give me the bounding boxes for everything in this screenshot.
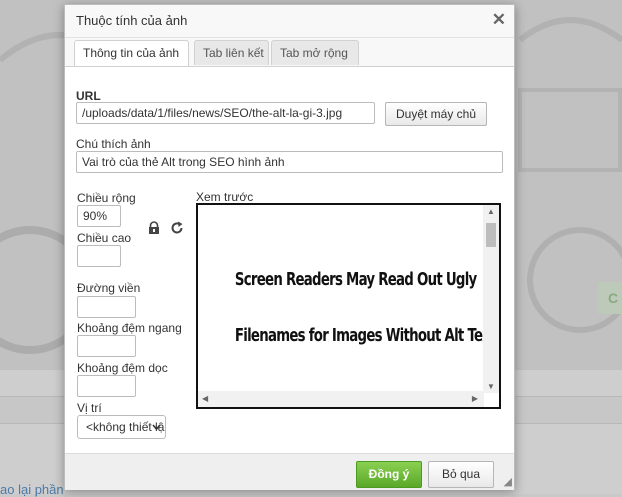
url-label: URL: [76, 89, 101, 103]
reset-size-icon[interactable]: [170, 221, 184, 238]
dialog-titlebar[interactable]: Thuộc tính của ảnh ✕: [65, 5, 514, 38]
hspace-field[interactable]: [77, 335, 136, 357]
hspace-label: Khoảng đệm ngang: [77, 321, 182, 335]
preview-text-line-2: Filenames for Images Without Alt Text: [234, 325, 497, 346]
lock-icon[interactable]: [147, 221, 161, 238]
dialog-footer: Đồng ý Bỏ qua ◢: [65, 453, 514, 490]
ok-button[interactable]: Đồng ý: [356, 461, 422, 488]
alt-label: Chú thích ảnh: [76, 137, 151, 151]
scroll-right-icon[interactable]: ▶: [472, 394, 478, 403]
border-field[interactable]: [77, 296, 136, 318]
alt-text-field[interactable]: Vai trò của thẻ Alt trong SEO hình ảnh: [76, 151, 503, 173]
chevron-down-icon: [152, 416, 161, 438]
scroll-down-icon[interactable]: ▼: [487, 382, 495, 391]
align-label: Vị trí: [77, 401, 102, 415]
cancel-button[interactable]: Bỏ qua: [428, 461, 494, 488]
tab-link[interactable]: Tab liên kết: [194, 40, 269, 65]
browse-server-button[interactable]: Duyệt máy chủ: [385, 102, 487, 126]
height-field[interactable]: [77, 245, 121, 267]
preview-box[interactable]: Screen Readers May Read Out Ugly Filenam…: [196, 203, 501, 409]
preview-vertical-scrollbar[interactable]: ▲ ▼: [483, 205, 499, 393]
preview-text-line-1: Screen Readers May Read Out Ugly: [234, 269, 477, 290]
scrollbar-thumb[interactable]: [486, 223, 496, 247]
image-properties-dialog: Thuộc tính của ảnh ✕ Thông tin của ảnh T…: [64, 4, 515, 490]
width-field[interactable]: 90%: [77, 205, 121, 227]
scroll-up-icon[interactable]: ▲: [487, 207, 495, 216]
preview-label: Xem trước: [196, 190, 254, 204]
tab-advanced[interactable]: Tab mở rộng: [271, 40, 359, 65]
border-label: Đường viền: [77, 281, 141, 295]
height-label: Chiều cao: [77, 231, 132, 245]
close-icon[interactable]: ✕: [492, 10, 506, 30]
vspace-label: Khoảng đệm dọc: [77, 361, 168, 375]
resize-grip-icon[interactable]: ◢: [504, 475, 512, 488]
vspace-field[interactable]: [77, 375, 136, 397]
scroll-left-icon[interactable]: ◀: [202, 394, 208, 403]
width-label: Chiều rộng: [77, 191, 136, 205]
tab-image-info[interactable]: Thông tin của ảnh: [74, 40, 189, 67]
dialog-title: Thuộc tính của ảnh: [76, 13, 188, 28]
url-field[interactable]: /uploads/data/1/files/news/SEO/the-alt-l…: [76, 102, 375, 124]
align-select[interactable]: <không thiết lập>: [77, 415, 166, 439]
preview-horizontal-scrollbar[interactable]: ◀ ▶: [198, 391, 484, 407]
